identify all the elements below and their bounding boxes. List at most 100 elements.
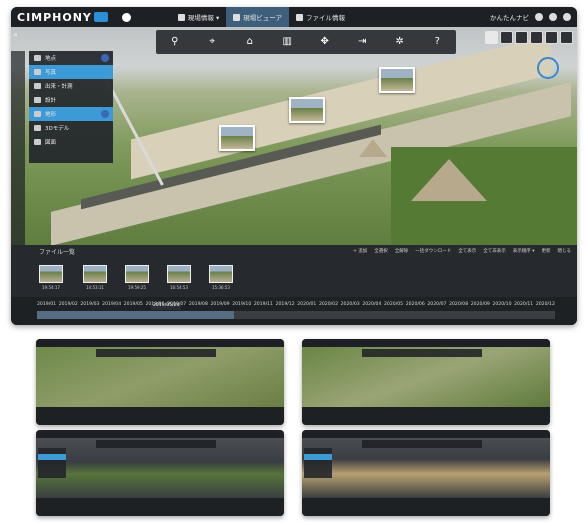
file-thumbnail[interactable] [167,265,191,283]
timeline-month-label: 2019/12 [275,302,295,307]
chart-tool-icon[interactable]: ▥ [280,36,294,48]
layer-item-drawing[interactable]: 図面 [29,135,113,149]
export-tool-icon[interactable]: ⇥ [355,36,369,48]
mini-selected-row [38,454,66,460]
layer-label: 地点 [45,56,57,62]
layer-item-photo[interactable]: 写真 [29,65,113,79]
timeline-month-label: 2019/10 [232,302,252,307]
timeline-month-label: 2020/09 [470,302,490,307]
timeline-bar[interactable]: 2019/05/24 2019/01 2019/02 2019/03 2019/04 2… [11,297,577,325]
mini-layer-panel [38,448,66,478]
timeline-month-label: 2019/01 [37,302,57,307]
add-button[interactable]: + 追加 [353,248,367,254]
close-button[interactable]: 閉じる [558,248,572,254]
layer-item-terrain[interactable]: 地形 [29,107,113,121]
show-all-button[interactable]: 全て表示 [458,248,476,254]
file-thumbnail[interactable] [83,265,107,283]
mini-screenshot-terrain-1 [36,430,284,516]
photo-icon [34,69,41,75]
timeline-month-label: 2019/08 [188,302,208,307]
layer-item-design[interactable]: 設計 [29,93,113,107]
timeline-selection[interactable] [37,311,234,319]
mini-screenshot-terrain-2 [302,430,550,516]
help-icon[interactable] [563,13,571,21]
logo-badge-icon [93,12,108,22]
app-logo: CIMPHONY [17,10,92,24]
right-tool-group [485,31,573,44]
mini-timeline [36,498,284,516]
photo-pin[interactable] [219,125,255,151]
refresh-icon[interactable] [530,31,543,44]
photo-pin[interactable] [289,97,325,123]
timeline-month-label: 2019/07 [167,302,187,307]
mini-top-bar [302,339,550,347]
tab-file-info[interactable]: ファイル情報 [289,7,352,27]
compass-icon[interactable] [537,57,559,79]
layers-icon[interactable] [485,31,498,44]
settings-icon[interactable]: ✲ [393,36,407,48]
pin-icon[interactable] [560,31,573,44]
timeline-month-label: 2019/06 [145,302,165,307]
drawing-icon [34,139,41,145]
tab-site-info[interactable]: 現場情報 ▾ [171,7,226,27]
folder-icon [296,13,303,21]
file-list-title: ファイル一覧 [39,248,76,256]
area-tool-icon[interactable]: ⌂ [243,36,257,48]
select-all-button[interactable]: 全選択 [374,248,388,254]
sort-order-dropdown[interactable]: 表示順序 ▾ [513,248,535,254]
layer-badge-icon [101,110,109,118]
bell-icon[interactable] [535,13,543,21]
cloud-icon[interactable] [515,31,528,44]
search-icon[interactable]: ⌕ [13,30,25,42]
help-tool-icon[interactable]: ? [430,36,444,48]
layer-badge-icon [101,54,109,62]
layer-item-measure[interactable]: 出来・計測 [29,79,113,93]
refresh-button[interactable]: 更新 [542,248,551,254]
file-list-panel: ファイル一覧 + 追加 全選択 全解除 一括ダウンロード 全て表示 全て非表示 … [11,245,577,297]
3d-scene-view[interactable]: ⌕ 地点 写真 出来・計測 設計 地形 3Dモデル 図面 ⚲ ⌖ ⌂ ▥ ✥ ⇥… [11,27,577,245]
layer-item-point[interactable]: 地点 [29,51,113,65]
globe-icon[interactable] [500,31,513,44]
deselect-all-button[interactable]: 全解除 [395,248,409,254]
layer-item-3dmodel[interactable]: 3Dモデル [29,121,113,135]
tab-site-viewer[interactable]: 現場ビューア [226,7,289,27]
file-thumbnail[interactable] [39,265,63,283]
move-tool-icon[interactable]: ✥ [318,36,332,48]
main-viewer-window: CIMPHONY 現場情報 ▾ 現場ビューア ファイル情報 かんたんナビ ⌕ 地… [11,7,577,325]
photo-pin[interactable] [379,67,415,93]
left-tool-strip [11,51,25,245]
home-icon [233,13,241,21]
user-name[interactable]: かんたんナビ [490,12,529,22]
view-toolbar: ⚲ ⌖ ⌂ ▥ ✥ ⇥ ✲ ? [156,30,456,54]
info-icon[interactable] [121,12,131,22]
mini-timeline [36,407,284,425]
location-pin-icon [177,13,185,21]
mini-timeline [302,498,550,516]
timeline-month-label: 2020/06 [405,302,425,307]
hide-all-button[interactable]: 全て非表示 [483,248,506,254]
tab-label: 現場情報 ▾ [187,14,220,22]
mini-selected-row [304,454,332,460]
mini-top-bar [302,430,550,438]
timeline-month-label: 2020/03 [340,302,360,307]
timeline-month-label: 2020/12 [535,302,555,307]
pin-tool-icon[interactable]: ⚲ [168,36,182,48]
timeline-month-label: 2020/11 [514,302,534,307]
file-thumbnail[interactable] [125,265,149,283]
top-right-controls: かんたんナビ [490,7,571,27]
file-thumbnail[interactable] [209,265,233,283]
user-icon[interactable] [549,13,557,21]
file-time-label: 16:54:53 [170,285,188,290]
design-icon [34,97,41,103]
layer-label: 地形 [45,112,57,118]
timeline-track[interactable] [37,311,555,319]
mini-top-bar [36,430,284,438]
layer-label: 出来・計測 [45,84,73,90]
timeline-month-label: 2020/07 [427,302,447,307]
timeline-month-label: 2020/08 [449,302,469,307]
location-tool-icon[interactable]: ⌖ [205,36,219,48]
help-circle-icon[interactable] [545,31,558,44]
file-time-label: 19:59:25 [128,285,146,290]
timeline-month-label: 2020/04 [362,302,382,307]
bulk-download-button[interactable]: 一括ダウンロード [415,248,451,254]
